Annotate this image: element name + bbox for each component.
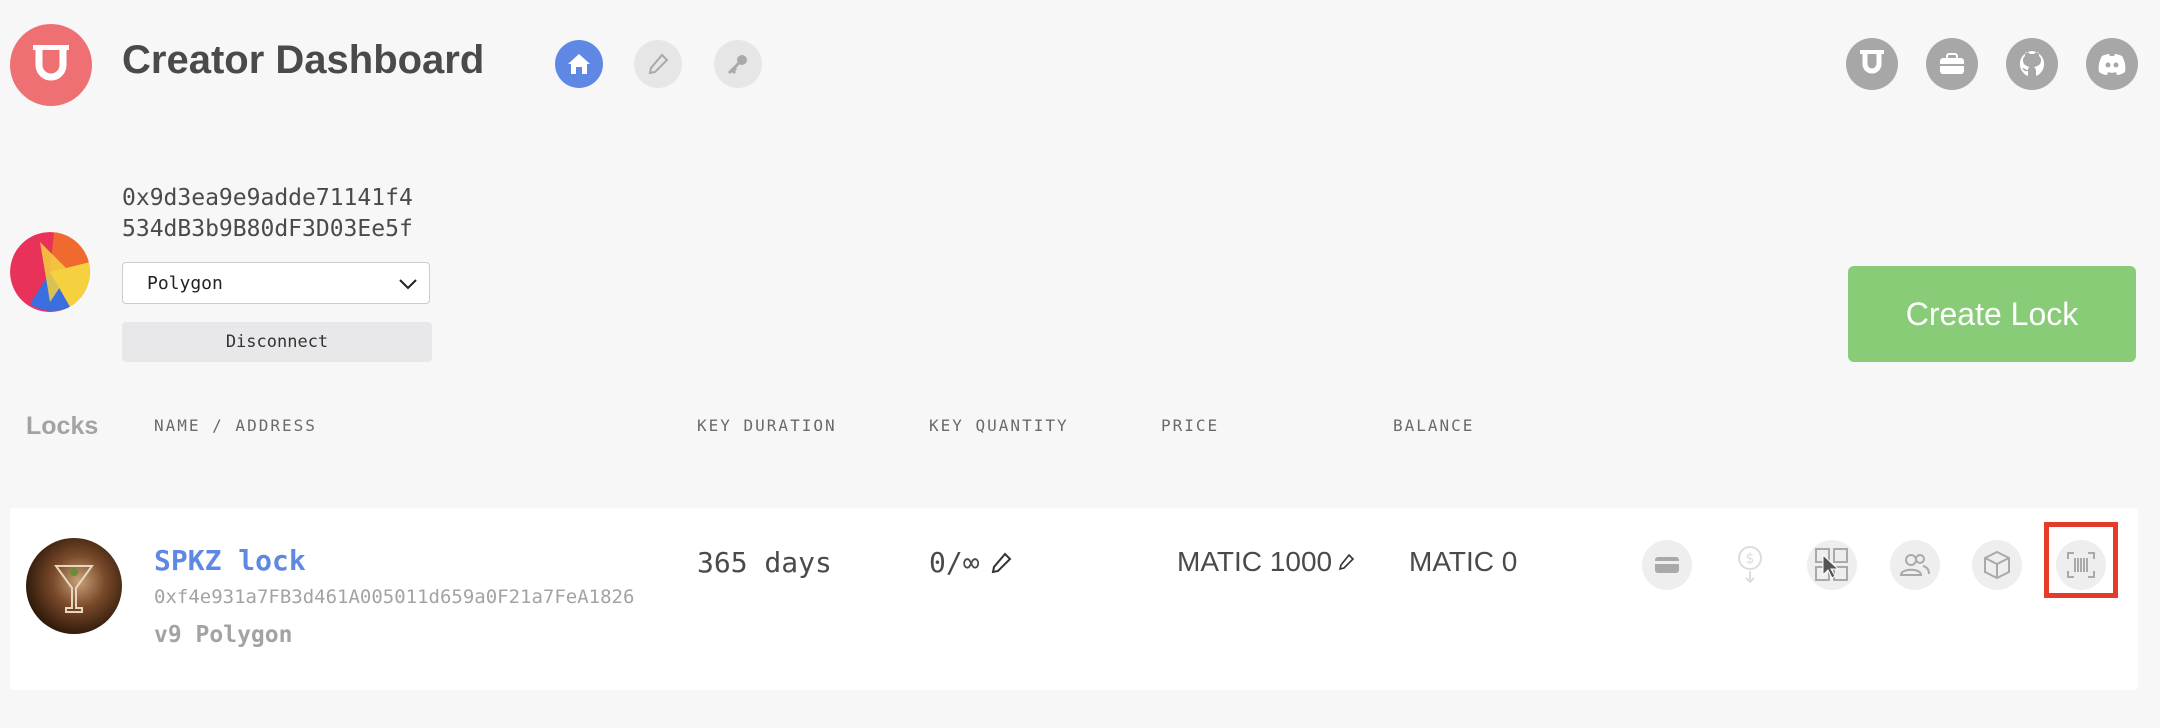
locks-label: Locks [26,412,99,440]
pencil-icon [648,53,669,75]
github-link-button[interactable] [2006,38,2058,90]
members-icon [1899,554,1930,576]
credit-card-action-button[interactable] [1642,540,1692,590]
network-select[interactable]: Polygon [122,262,430,304]
edit-price-icon[interactable] [1338,554,1355,570]
contract-action-button[interactable] [1972,540,2022,590]
lock-image [26,538,122,634]
discord-icon [2098,54,2126,75]
account-address: 0x9d3ea9e9adde71141f4 534dB3b9B80dF3D03E… [122,183,413,245]
credit-card-icon [1655,557,1679,573]
lock-version: v9 Polygon [154,622,293,648]
column-header-name: NAME / ADDRESS [154,416,317,435]
column-header-duration: KEY DURATION [697,416,837,435]
account-address-line-1: 0x9d3ea9e9adde71141f4 [122,185,413,211]
dollar-withdraw-icon: $ [1738,546,1762,584]
column-header-quantity: KEY QUANTITY [929,416,1069,435]
key-quantity: 0/∞ [929,546,980,579]
account-avatar [10,232,90,312]
unlock-icon [1860,50,1884,74]
discord-link-button[interactable] [2086,38,2138,90]
cube-icon [1984,550,2010,580]
page-title: Creator Dashboard [122,38,485,82]
svg-text:$: $ [1746,551,1755,567]
unlock-link-button[interactable] [1846,38,1898,90]
balance-value: MATIC 0 [1409,546,1518,577]
lock-address: 0xf4e931a7FB3d461A005011d659a0F21a7FeA18… [154,586,635,608]
disconnect-button[interactable]: Disconnect [122,322,432,362]
withdraw-action-button[interactable]: $ [1725,540,1775,590]
lock-row: SPKZ lock 0xf4e931a7FB3d461A005011d659a0… [10,508,2138,690]
column-header-price: PRICE [1161,416,1220,435]
create-lock-button[interactable]: Create Lock [1848,266,2136,362]
key-quantity-cell: 0/∞ [929,546,1012,579]
home-icon [568,54,590,74]
price-value: MATIC 1000 [1177,546,1333,577]
lock-name-link[interactable]: SPKZ lock [154,544,306,577]
jobs-link-button[interactable] [1926,38,1978,90]
apps-icon [1815,548,1848,581]
briefcase-icon [1940,53,1964,74]
edit-nav-button[interactable] [634,40,682,88]
members-action-button[interactable] [1890,540,1940,590]
edit-quantity-icon[interactable] [990,552,1012,574]
network-select-value: Polygon [147,272,223,294]
account-address-line-2: 534dB3b9B80dF3D03Ee5f [122,216,413,242]
integrations-action-button[interactable] [1807,540,1857,590]
chevron-down-icon [399,279,417,290]
keys-nav-button[interactable] [714,40,762,88]
github-icon [2019,51,2045,76]
column-header-balance: BALANCE [1393,416,1475,435]
unlock-logo-icon [33,45,69,81]
highlight-box [2044,522,2118,598]
unlock-logo[interactable] [10,24,92,106]
key-icon [727,55,747,75]
home-nav-button[interactable] [555,40,603,88]
key-duration: 365 days [697,546,832,579]
price-cell: MATIC 1000 [1177,546,1355,578]
